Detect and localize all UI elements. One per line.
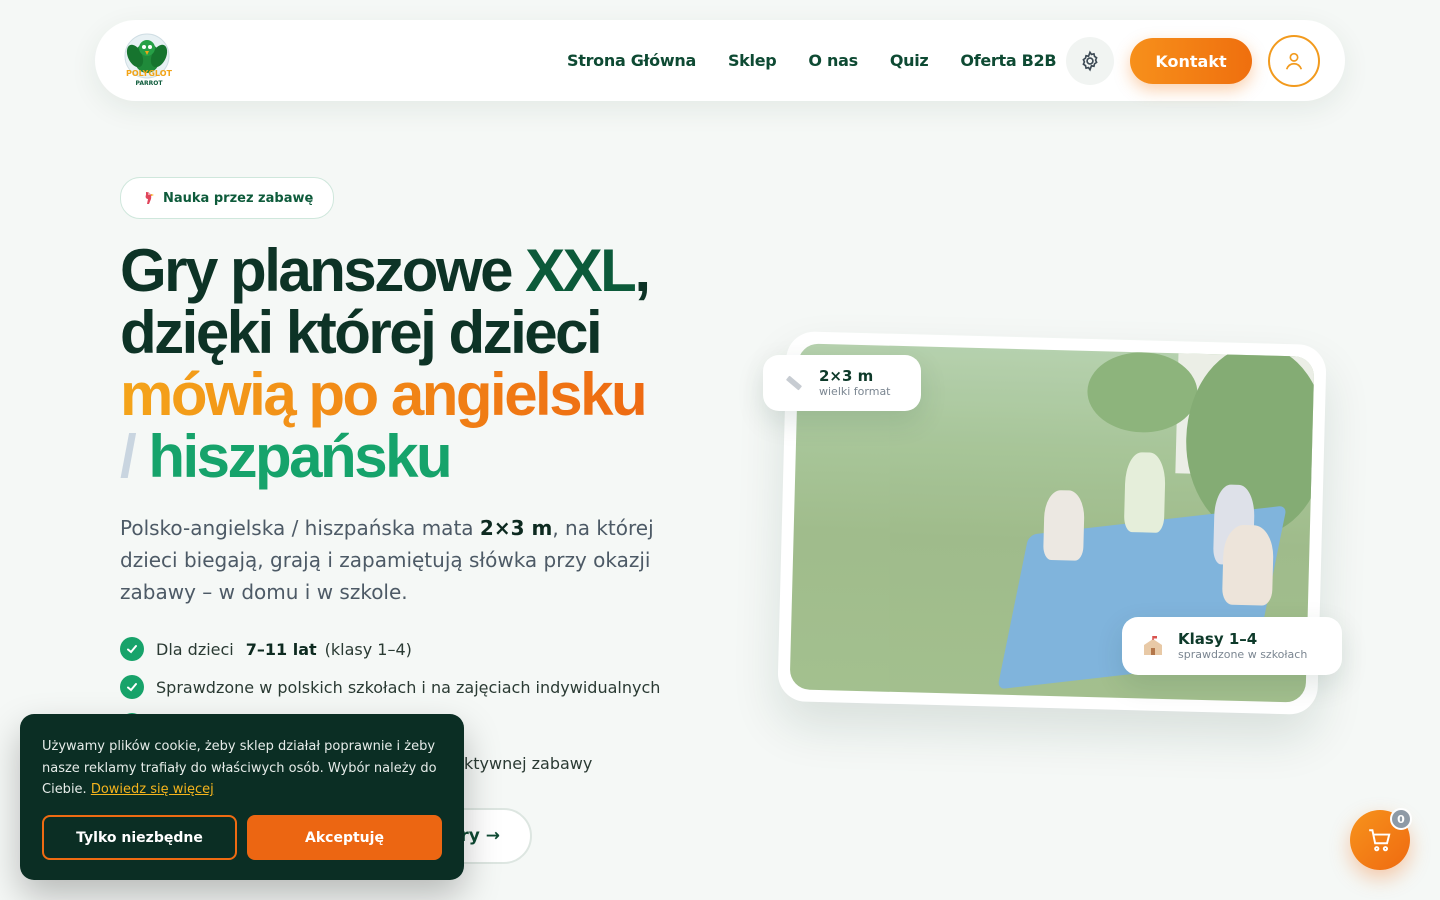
size-tag: 2×3 m wielki format (763, 355, 921, 411)
headline-line3: mówią po angielsku (120, 361, 648, 428)
headline-line4: hiszpańsku (148, 423, 452, 490)
nav-link-b2b[interactable]: Oferta B2B (960, 51, 1056, 70)
cookie-essential-only-button[interactable]: Tylko niezbędne (42, 815, 237, 860)
nav-link-quiz[interactable]: Quiz (890, 51, 929, 70)
cookie-learn-more-link[interactable]: Dowiedz się więcej (91, 782, 214, 797)
nav-link-about[interactable]: O nas (808, 51, 858, 70)
settings-button[interactable] (1066, 37, 1114, 85)
nav-link-home[interactable]: Strona Główna (567, 51, 696, 70)
feature-pre: Sprawdzone w polskich szkołach i na zaję… (156, 677, 661, 697)
nav-link-shop[interactable]: Sklep (728, 51, 777, 70)
feature-bold: 7–11 lat (245, 639, 317, 659)
logo-wordmark: POLYGLOT (126, 69, 172, 78)
photo-child (1043, 489, 1085, 561)
photo-child (1221, 524, 1275, 606)
ruler-icon (781, 370, 807, 396)
headline-slash: / (120, 423, 149, 490)
gear-icon (1082, 50, 1098, 72)
account-button[interactable] (1268, 35, 1320, 87)
contact-button[interactable]: Kontakt (1130, 38, 1252, 84)
feature-pre: Dla dzieci (156, 639, 234, 659)
check-icon (120, 637, 144, 661)
cart-icon (1369, 829, 1391, 852)
cookie-message: Używamy plików cookie, żeby sklep działa… (42, 736, 442, 801)
main-menu: Strona Główna Sklep O nas Quiz Oferta B2… (567, 20, 1057, 101)
hero-badge-label: Nauka przez zabawę (163, 190, 314, 206)
logo-wordmark-sub: PARROT (135, 80, 163, 87)
grade-tag-title: Klasy 1–4 (1178, 629, 1258, 648)
size-tag-subtitle: wielki format (819, 384, 891, 398)
headline-comma: , (634, 237, 651, 304)
lead-bold: 2×3 m (479, 516, 553, 540)
cookie-accept-button[interactable]: Akceptuję (247, 815, 442, 860)
hero-lead: Polsko-angielska / hiszpańska mata 2×3 m… (120, 512, 660, 608)
grade-tag: Klasy 1–4 sprawdzone w szkołach (1122, 617, 1342, 675)
cart-count-badge: 0 (1390, 808, 1412, 830)
parrot-icon (145, 192, 154, 204)
check-icon (120, 675, 144, 699)
headline-xxl: XXL (525, 237, 637, 304)
top-navigation: POLYGLOT PARROT Strona Główna Sklep O na… (95, 20, 1345, 101)
headline-part1: Gry planszowe (120, 237, 526, 304)
feature-post: (klasy 1–4) (324, 639, 412, 659)
feature-post: ktywnej zabawy (464, 753, 593, 773)
grade-tag-subtitle: sprawdzone w szkołach (1178, 647, 1308, 661)
hero-badge: Nauka przez zabawę (120, 177, 335, 219)
school-icon (1140, 633, 1166, 659)
photo-child (1123, 451, 1166, 533)
headline-line2: dzięki której dzieci (120, 299, 603, 366)
lead-before: Polsko-angielska / hiszpańska mata (120, 516, 480, 540)
feature-item: Dla dzieci 7–11 lat (klasy 1–4) (120, 630, 660, 668)
user-icon (1285, 52, 1303, 70)
size-tag-title: 2×3 m (819, 366, 874, 385)
hero-headline: Gry planszowe XXL, dzięki której dzieci … (120, 240, 760, 488)
feature-item: Sprawdzone w polskich szkołach i na zaję… (120, 668, 660, 706)
cookie-banner: Używamy plików cookie, żeby sklep działa… (20, 714, 464, 880)
